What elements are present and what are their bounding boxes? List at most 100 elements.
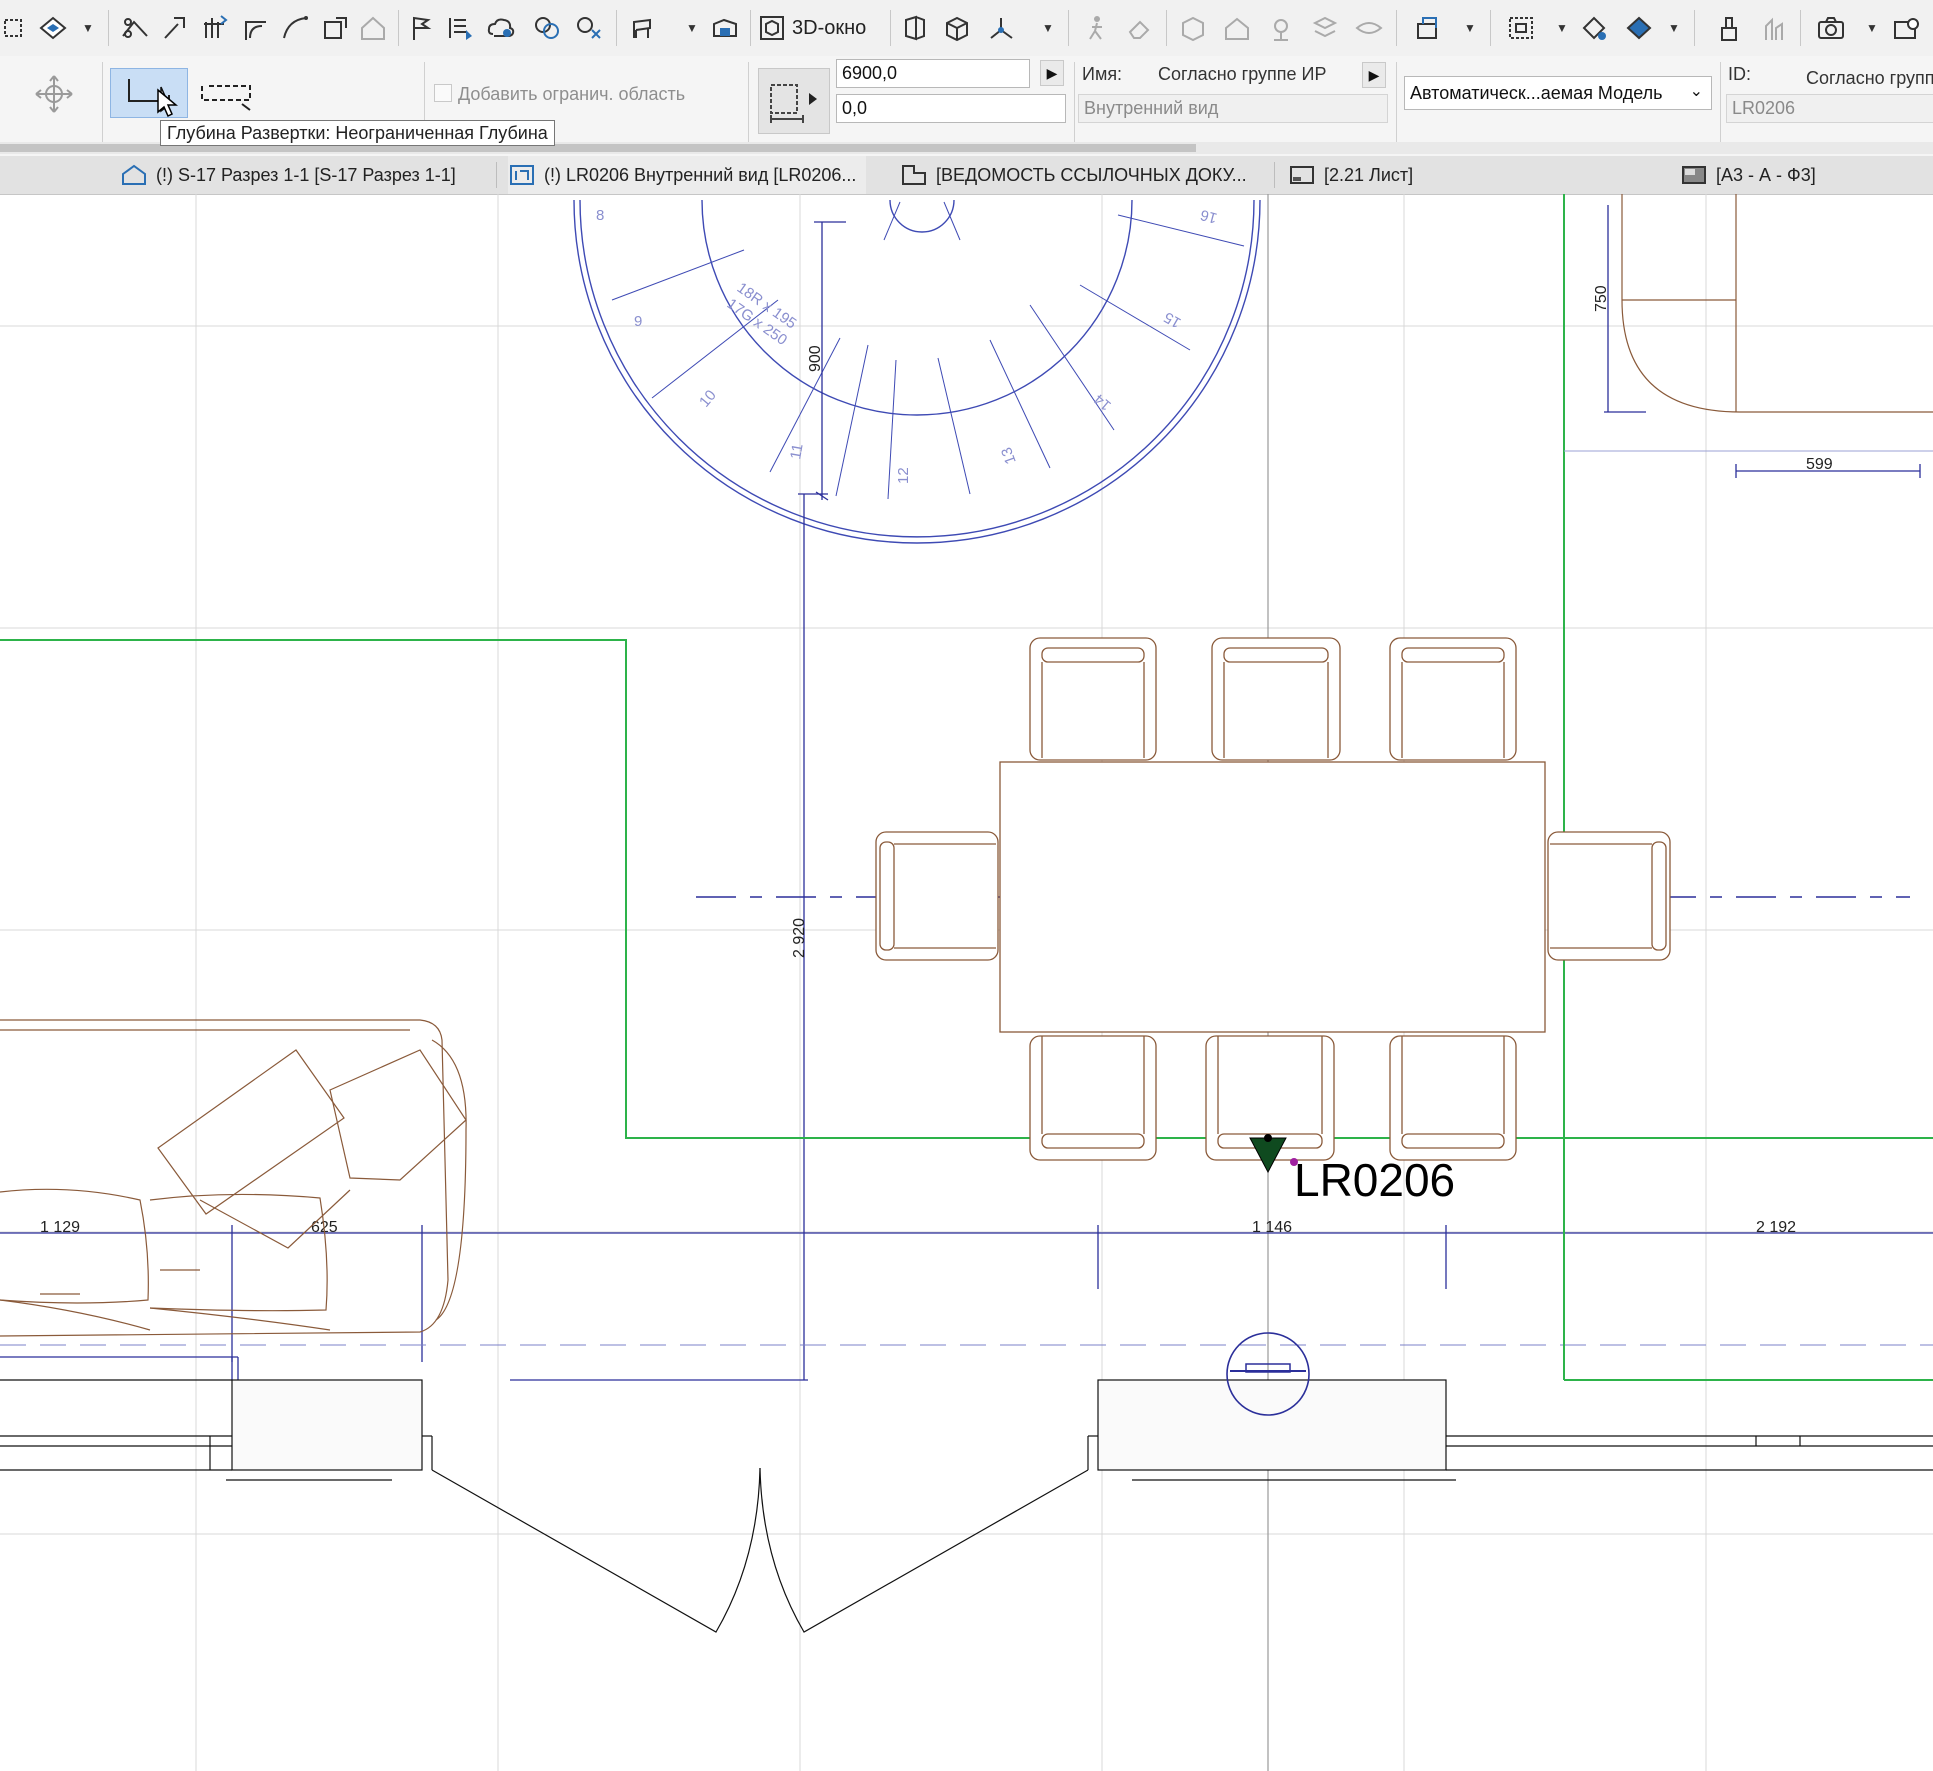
chair-left (875, 831, 999, 961)
name-value[interactable]: Согласно группе ИР (1158, 64, 1326, 85)
tab-section-s17[interactable]: (!) S-17 Разрез 1-1 [S-17 Разрез 1-1] (120, 156, 456, 194)
morph-icon (1176, 6, 1210, 50)
drawing-canvas[interactable]: 8 9 10 11 12 13 14 15 16 18R x 195 17G x… (0, 194, 1933, 1771)
surface-painter-icon[interactable] (1578, 6, 1612, 50)
camera-dropdown-chevron-icon[interactable]: ▼ (1862, 6, 1882, 50)
camera-icon[interactable] (1814, 6, 1848, 50)
chevron-down-icon: ⌄ (1689, 83, 1703, 100)
stair-number: 14 (1091, 390, 1115, 414)
resize-tool-icon[interactable] (318, 6, 352, 50)
chair-top-1 (1029, 637, 1157, 761)
section-icon (122, 164, 146, 185)
axonometry-icon[interactable] (984, 6, 1018, 50)
cloud-icon[interactable] (484, 6, 518, 50)
depth-expand-arrow-icon[interactable]: ▶ (1040, 60, 1064, 86)
tab-interior-lr0206[interactable]: (!) LR0206 Внутренний вид [LR0206... (508, 156, 867, 194)
chair-bottom-1 (1029, 1035, 1157, 1161)
id-value[interactable]: Согласно групп (1806, 68, 1933, 89)
wall-window[interactable] (0, 1379, 1933, 1633)
stair-number: 13 (998, 445, 1020, 466)
cut-plane-icon (1352, 6, 1386, 50)
chair-top-3 (1389, 637, 1517, 761)
tab-label: (!) LR0206 Внутренний вид [LR0206... (544, 164, 857, 185)
layout-sheet-icon (1290, 166, 1314, 184)
publish-dropdown-chevron-icon[interactable]: ▼ (1460, 6, 1480, 50)
walk-icon (1080, 6, 1114, 50)
depth-tooltip: Глубина Развертки: Неограниченная Глубин… (160, 120, 555, 146)
add-region-label: Добавить огранич. область (458, 84, 686, 104)
tab-label: (!) S-17 Разрез 1-1 [S-17 Разрез 1-1] (156, 164, 456, 185)
grid-lines (0, 194, 1933, 1771)
flag-tool-icon[interactable] (406, 6, 436, 50)
name-label: Имя: (1082, 64, 1123, 84)
stair-number: 15 (1161, 308, 1184, 331)
stair-step-numbers: 8 9 10 11 12 13 14 15 16 18R x 195 17G x… (596, 206, 1219, 484)
elevation-marker[interactable]: LR0206 (1226, 1134, 1455, 1416)
marquee-dropdown-chevron-icon[interactable]: ▼ (1552, 6, 1572, 50)
kitchen-cabinet[interactable] (1621, 194, 1933, 413)
fill-tool-icon[interactable] (34, 6, 72, 50)
dimension-text: 900 (807, 345, 824, 372)
layer-list-icon[interactable] (444, 6, 478, 50)
chair-object-icon[interactable] (626, 6, 660, 50)
elevation-view-icon[interactable] (898, 6, 932, 50)
chair-right (1547, 831, 1671, 961)
brush-icon[interactable] (1712, 6, 1746, 50)
view-dropdown-chevron-icon[interactable]: ▼ (1038, 6, 1058, 50)
explode-icon (1308, 6, 1342, 50)
limited-depth-button[interactable] (196, 68, 260, 118)
adjust-tool-icon[interactable] (158, 6, 192, 50)
stair-number: 10 (696, 387, 720, 411)
select-transform-icon[interactable] (0, 6, 28, 50)
tab-master-a3[interactable]: [А3 - А - Ф3] (1680, 156, 1816, 194)
tab-document-list[interactable]: [ВЕДОМОСТЬ ССЫЛОЧНЫХ ДОКУ... (900, 156, 1247, 194)
split-tool-icon[interactable] (118, 6, 152, 50)
interior-elevation-icon (510, 165, 534, 185)
3d-window-icon (760, 16, 784, 40)
tab-label: [ВЕДОМОСТЬ ССЫЛОЧНЫХ ДОКУ... (936, 164, 1247, 185)
name-expand-arrow-icon[interactable]: ▶ (1362, 62, 1386, 88)
render-icon[interactable] (1890, 6, 1924, 50)
furniture-library-icon[interactable] (708, 6, 742, 50)
fillet-tool-icon[interactable] (238, 6, 272, 50)
eraser-icon (1122, 6, 1156, 50)
fill-dropdown-chevron-icon[interactable]: ▼ (78, 6, 98, 50)
main-toolbar: ▼ ▼ 3D-окно ▼ ▼ ▼ ▼ ▼ (0, 0, 1933, 57)
limited-depth-icon (201, 85, 251, 111)
link-tool-icon[interactable] (530, 6, 564, 50)
model-source-select[interactable]: Автоматическ...аемая Модель ⌄ (1404, 76, 1712, 110)
object-dropdown-chevron-icon[interactable]: ▼ (682, 6, 702, 50)
depth-input[interactable] (836, 59, 1030, 88)
tab-sheet-221[interactable]: [2.21 Лист] (1288, 156, 1413, 194)
material-dropdown-chevron-icon[interactable]: ▼ (1664, 6, 1684, 50)
origin-move-icon[interactable] (34, 74, 74, 114)
house-icon (1220, 6, 1254, 50)
curve-tool-icon[interactable] (278, 6, 312, 50)
dimension-text: 1 146 (1252, 1219, 1292, 1236)
3d-window-button[interactable]: 3D-окно (758, 6, 880, 50)
dimension-lines (0, 205, 1933, 1381)
marquee-icon[interactable] (1504, 6, 1538, 50)
room-zone-boundary[interactable] (0, 194, 1933, 1381)
dimension-text: 1 129 (40, 1219, 80, 1236)
model-source-value: Автоматическ...аемая Модель (1410, 83, 1663, 103)
offset-input[interactable] (836, 94, 1066, 123)
publish-icon[interactable] (1410, 6, 1444, 50)
dimension-text: 599 (1806, 456, 1833, 473)
clean-icon (1756, 6, 1790, 50)
dimension-text: 2 920 (791, 918, 808, 958)
camera-target-icon (1264, 6, 1298, 50)
mouse-cursor-icon (156, 88, 179, 123)
material-icon[interactable] (1622, 6, 1656, 50)
unlink-tool-icon[interactable] (572, 6, 606, 50)
add-region-checkbox[interactable] (434, 84, 452, 102)
master-layout-icon (1682, 166, 1706, 184)
box-view-icon[interactable] (940, 6, 974, 50)
chair-top-2 (1211, 637, 1341, 761)
offset-tool-icon[interactable] (198, 6, 232, 50)
spiral-staircase[interactable] (573, 199, 1261, 544)
depth-setting-icon[interactable] (758, 68, 830, 134)
reference-id-field: LR0206 (1726, 94, 1933, 123)
dining-set[interactable] (875, 637, 1671, 1161)
sofa[interactable] (0, 1019, 467, 1337)
